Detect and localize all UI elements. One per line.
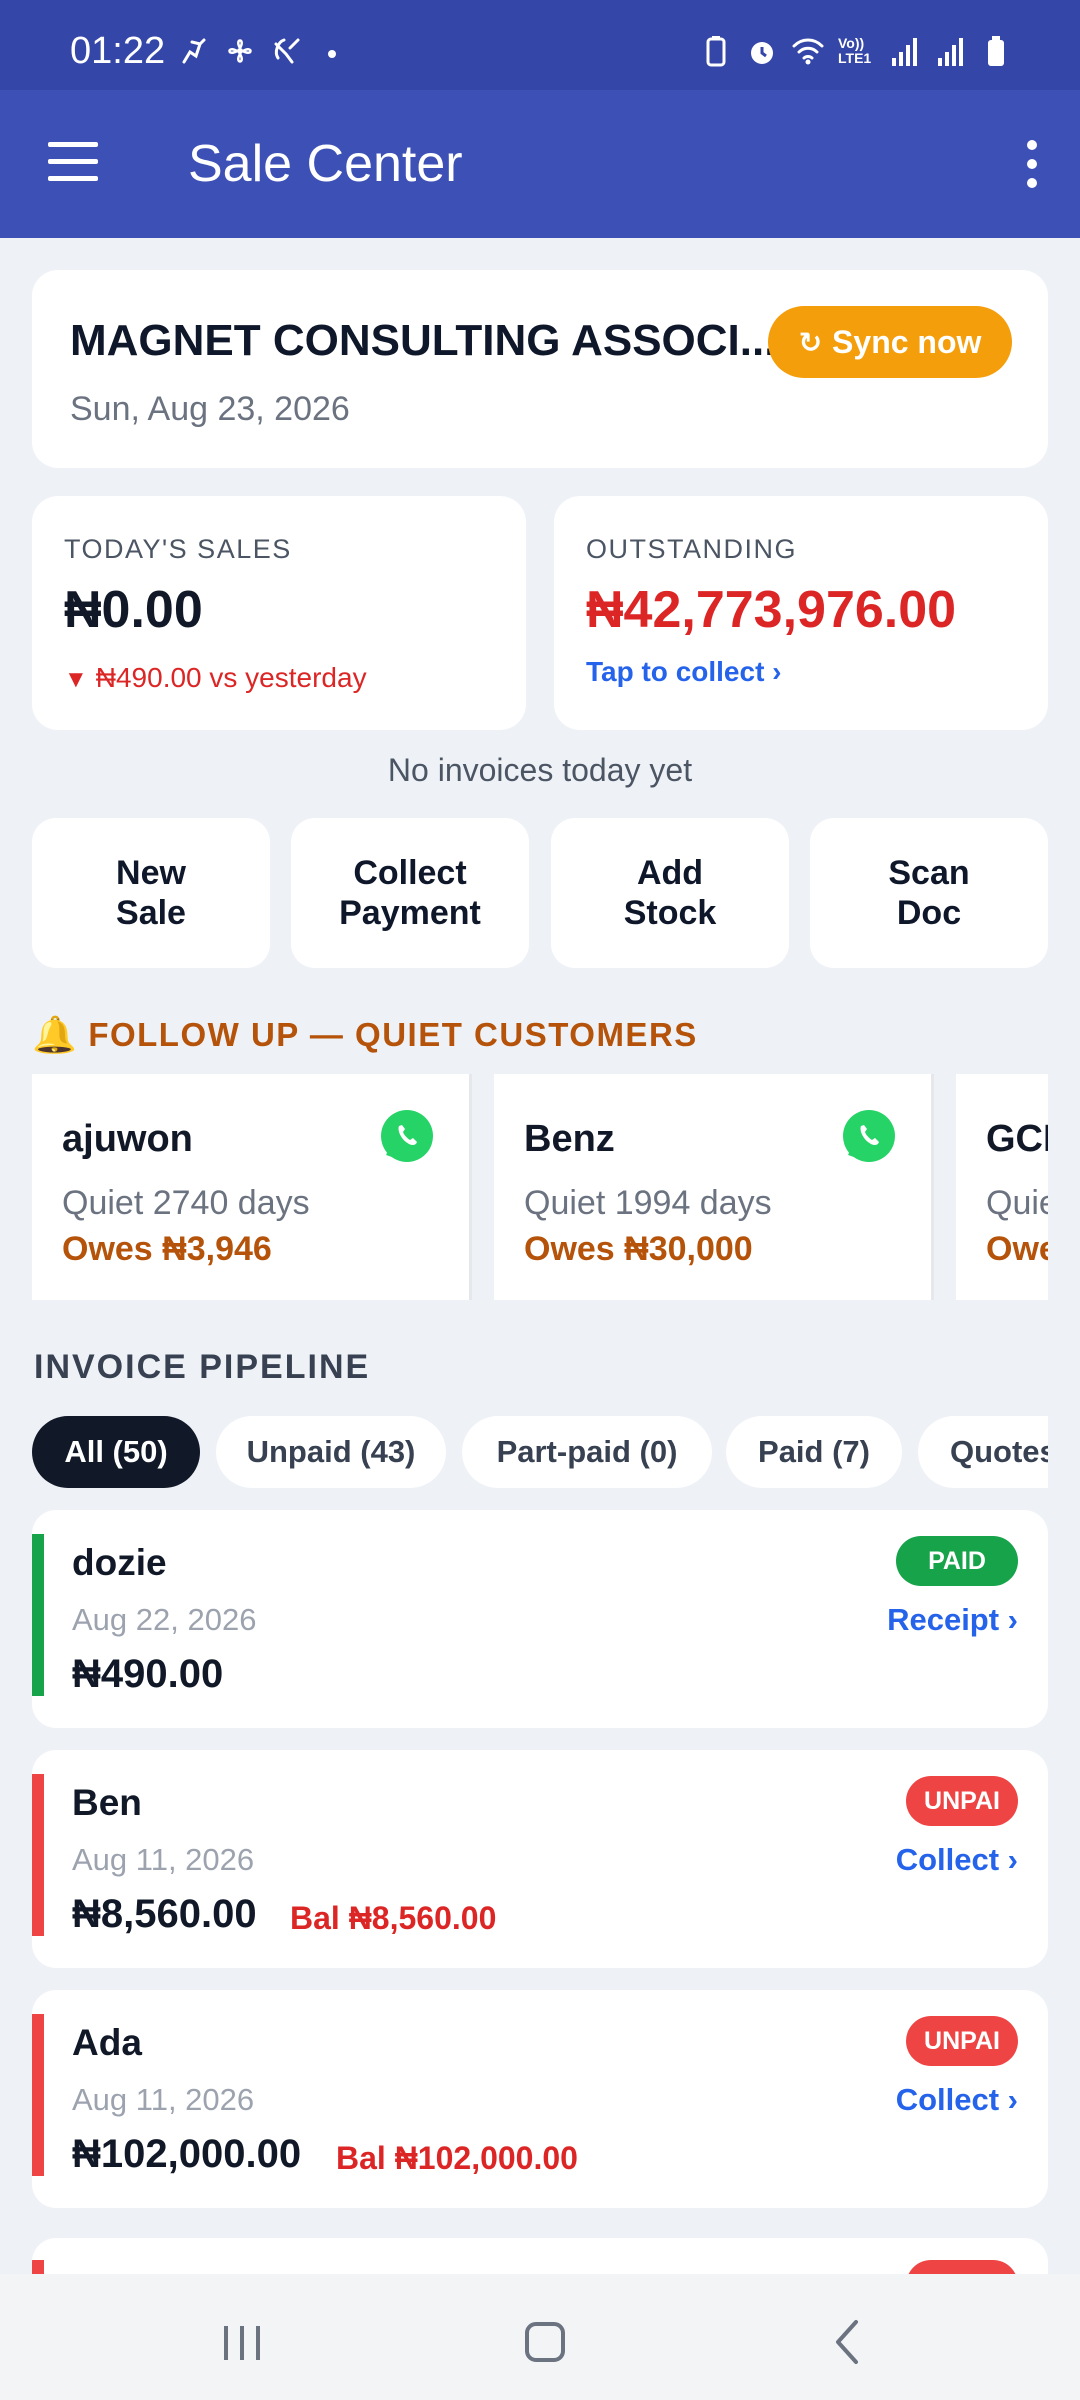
sync-label: Sync now — [832, 323, 982, 360]
sync-icon: ↻ — [798, 326, 823, 358]
status-time: 01:22 — [70, 30, 166, 72]
customer-card[interactable]: GCI Quie Owe — [956, 1074, 1048, 1300]
invoice-date: Aug 22, 2026 — [72, 1602, 257, 1637]
alarm-icon — [751, 42, 773, 64]
customer-name: ajuwon — [62, 1118, 193, 1160]
outstanding-card[interactable]: OUTSTANDING ₦42,773,976.00 Tap to collec… — [554, 496, 1048, 730]
status-badge: PAID — [896, 1536, 1018, 1586]
sales-trend-text: ₦490.00 vs yesterday — [95, 662, 367, 693]
invoice-customer-name: Ben — [72, 1782, 142, 1823]
outstanding-value: ₦42,773,976.00 — [586, 581, 957, 639]
home-icon[interactable] — [515, 2312, 575, 2372]
hamburger-menu-icon[interactable] — [48, 142, 98, 182]
filter-chip-paid[interactable]: Paid (7) — [726, 1416, 902, 1488]
volte-icon: Vo)) LTE1 — [838, 35, 872, 66]
customer-owes: Owes ₦3,946 — [62, 1230, 272, 1268]
current-date: Sun, Aug 23, 2026 — [70, 390, 350, 428]
invoice-pipeline-heading: INVOICE PIPELINE — [34, 1348, 371, 1386]
fan-icon — [228, 39, 252, 63]
filter-chip-part-paid[interactable]: Part-paid (0) — [462, 1416, 712, 1488]
invoice-amount: ₦102,000.00 — [72, 2132, 302, 2176]
new-sale-button[interactable]: New Sale — [32, 818, 270, 968]
activity-icon — [182, 38, 206, 64]
app-bar: Sale Center — [0, 90, 1080, 238]
status-indicator-bar — [32, 2014, 44, 2176]
no-invoices-message: No invoices today yet — [387, 752, 693, 788]
system-navigation-bar — [0, 2274, 1080, 2400]
status-badge: UNPAI — [906, 2016, 1018, 2066]
customer-name: GCI — [986, 1118, 1048, 1160]
satellite-icon — [274, 38, 300, 64]
customer-owes: Owe — [986, 1230, 1048, 1268]
signal-icon — [892, 38, 917, 66]
customer-card[interactable]: Benz Quiet 1994 days Owes ₦30,000 — [494, 1074, 934, 1300]
wifi-icon — [792, 38, 824, 65]
todays-sales-card[interactable]: TODAY'S SALES ₦0.00 ▼ ₦490.00 vs yesterda… — [32, 496, 526, 730]
tap-to-collect-link[interactable]: Tap to collect › — [586, 656, 782, 688]
todays-sales-label: TODAY'S SALES — [64, 534, 292, 564]
collect-link[interactable]: Collect › — [896, 2082, 1018, 2118]
invoice-customer-name: Ada — [72, 2022, 142, 2063]
quiet-customers-carousel[interactable]: ajuwon Quiet 2740 days Owes ₦3,946 Benz … — [32, 1074, 1048, 1300]
invoice-amount: ₦490.00 — [72, 1652, 224, 1696]
status-system-icons: Vo)) LTE1 — [700, 34, 1012, 68]
whatsapp-icon[interactable] — [379, 1108, 435, 1164]
invoice-card[interactable]: Ben Aug 11, 2026 ₦8,560.00 Bal ₦8,560.00… — [32, 1750, 1048, 1968]
battery-icon — [988, 36, 1004, 66]
add-stock-button[interactable]: Add Stock — [551, 818, 789, 968]
customer-quiet-days: Quie — [986, 1184, 1048, 1222]
dot-icon — [328, 50, 336, 58]
sync-now-button[interactable]: ↻ Sync now — [768, 306, 1012, 378]
invoice-filter-chips: All (50) Unpaid (43) Part-paid (0) Paid … — [32, 1416, 1048, 1490]
invoice-balance: Bal ₦8,560.00 — [290, 1900, 497, 1936]
customer-name: Benz — [524, 1118, 615, 1160]
customer-owes: Owes ₦30,000 — [524, 1230, 753, 1268]
sales-trend: ▼ ₦490.00 vs yesterday — [64, 662, 367, 694]
status-indicator-bar — [32, 1534, 44, 1696]
filter-chip-all[interactable]: All (50) — [32, 1416, 200, 1488]
todays-sales-value: ₦0.00 — [64, 581, 203, 639]
bell-icon: 🔔 — [32, 1014, 79, 1055]
filter-chip-quotes[interactable]: Quotes — [918, 1416, 1048, 1488]
status-notification-icons — [178, 34, 348, 68]
follow-up-heading: 🔔 FOLLOW UP — QUIET CUSTOMERS — [32, 1014, 698, 1056]
outstanding-label: OUTSTANDING — [586, 534, 797, 564]
status-indicator-bar — [32, 1774, 44, 1936]
signal-icon — [938, 38, 963, 66]
collect-payment-button[interactable]: Collect Payment — [291, 818, 529, 968]
invoice-balance: Bal ₦102,000.00 — [336, 2140, 578, 2176]
scan-doc-button[interactable]: Scan Doc — [810, 818, 1048, 968]
invoice-card[interactable]: dozie Aug 22, 2026 ₦490.00 PAID Receipt … — [32, 1510, 1048, 1728]
more-options-icon[interactable] — [1022, 140, 1042, 188]
customer-card[interactable]: ajuwon Quiet 2740 days Owes ₦3,946 — [32, 1074, 472, 1300]
invoice-date: Aug 11, 2026 — [72, 2082, 255, 2117]
filter-chip-unpaid[interactable]: Unpaid (43) — [216, 1416, 446, 1488]
customer-quiet-days: Quiet 1994 days — [524, 1184, 772, 1222]
trend-down-icon: ▼ — [64, 666, 88, 693]
page-title: Sale Center — [188, 135, 463, 193]
invoice-card[interactable]: Ada Aug 11, 2026 ₦102,000.00 Bal ₦102,00… — [32, 1990, 1048, 2208]
whatsapp-icon[interactable] — [841, 1108, 897, 1164]
back-icon[interactable] — [818, 2312, 878, 2372]
customer-quiet-days: Quiet 2740 days — [62, 1184, 310, 1222]
receipt-link[interactable]: Receipt › — [887, 1602, 1018, 1638]
status-badge: UNPAI — [906, 1776, 1018, 1826]
follow-up-title: FOLLOW UP — QUIET CUSTOMERS — [88, 1016, 698, 1053]
status-bar: 01:22 Vo)) LTE1 — [0, 0, 1080, 90]
invoice-customer-name: dozie — [72, 1542, 167, 1583]
business-header-card: MAGNET CONSULTING ASSOCI... Sun, Aug 23,… — [32, 270, 1048, 468]
invoice-date: Aug 11, 2026 — [72, 1842, 255, 1877]
battery-saver-icon — [706, 36, 726, 67]
invoice-amount: ₦8,560.00 — [72, 1892, 257, 1936]
collect-link[interactable]: Collect › — [896, 1842, 1018, 1878]
recents-icon[interactable] — [212, 2312, 272, 2372]
business-name: MAGNET CONSULTING ASSOCI... — [70, 316, 777, 365]
